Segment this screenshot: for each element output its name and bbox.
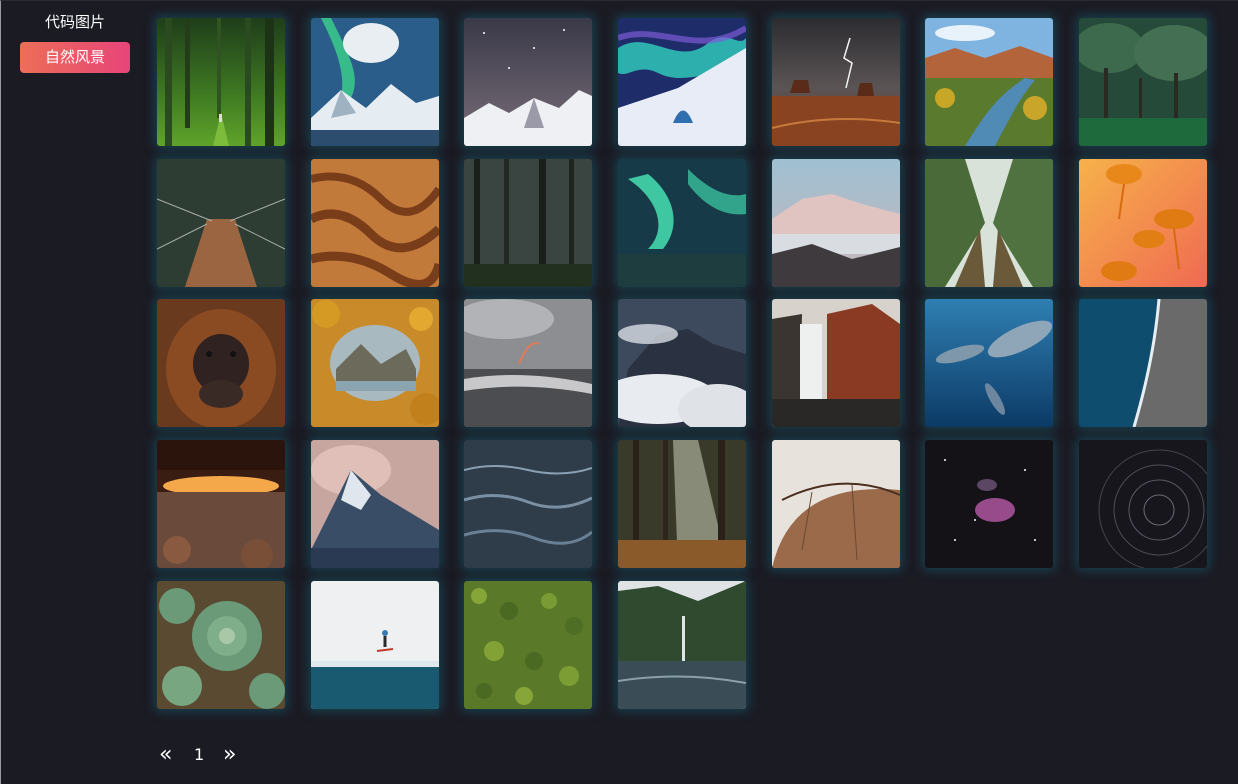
green-aurora-night-image[interactable] — [618, 159, 746, 287]
cloud-covered-peak-image[interactable] — [618, 299, 746, 427]
pink-nebula-stars-image[interactable] — [925, 440, 1053, 568]
pagination-page-number[interactable]: 1 — [194, 742, 204, 768]
dark-misty-forest-image[interactable] — [464, 159, 592, 287]
sidebar: 代码图片 自然风景 — [0, 0, 150, 784]
kitesurfer-ocean-image[interactable] — [311, 581, 439, 709]
misty-mountain-range-image[interactable] — [772, 159, 900, 287]
canyon-river-valley-image[interactable] — [925, 18, 1053, 146]
sunset-snow-mountain-image[interactable] — [311, 440, 439, 568]
black-sand-coastline-aerial-image[interactable] — [1079, 299, 1207, 427]
glowing-arch-canyon-image[interactable] — [157, 440, 285, 568]
desert-buttes-lightning-image[interactable] — [772, 18, 900, 146]
waterfall-red-cliff-image[interactable] — [772, 299, 900, 427]
green-tree-park-image[interactable] — [1079, 18, 1207, 146]
dry-leaf-closeup-image[interactable] — [772, 440, 900, 568]
succulent-plants-image[interactable] — [157, 581, 285, 709]
dark-ocean-waves-image[interactable] — [464, 440, 592, 568]
aerial-pine-forest-image[interactable] — [464, 581, 592, 709]
bamboo-forest-path-image[interactable] — [157, 18, 285, 146]
underwater-dolphins-image[interactable] — [925, 299, 1053, 427]
orangutan-portrait-image[interactable] — [157, 299, 285, 427]
suspension-bridge-forest-image[interactable] — [157, 159, 285, 287]
star-trails-image[interactable] — [1079, 440, 1207, 568]
pagination-next-button[interactable]: » — [223, 742, 236, 768]
rainbow-over-beach-image[interactable] — [464, 299, 592, 427]
fjord-waterfall-image[interactable] — [618, 581, 746, 709]
orange-sand-dunes-image[interactable] — [311, 159, 439, 287]
sidebar-item-nature-scenery[interactable]: 自然风景 — [20, 42, 130, 73]
tall-forest-canopy-image[interactable] — [925, 159, 1053, 287]
aurora-ice-tunnel-image[interactable] — [618, 18, 746, 146]
sidebar-title: 代码图片 — [44, 13, 105, 31]
starry-night-snow-peaks-image[interactable] — [464, 18, 592, 146]
aurora-over-snowy-mountains-image[interactable] — [311, 18, 439, 146]
autumn-leaves-lake-frame-image[interactable] — [311, 299, 439, 427]
pagination-prev-button[interactable]: « — [159, 742, 172, 768]
orange-jellyfish-image[interactable] — [1079, 159, 1207, 287]
sunbeam-forest-image[interactable] — [618, 440, 746, 568]
